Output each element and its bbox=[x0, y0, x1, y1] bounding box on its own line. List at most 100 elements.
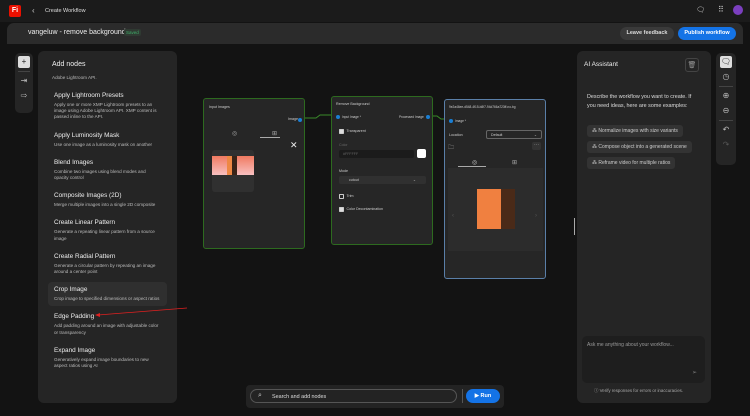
node-item[interactable]: Apply Luminosity Mask Use one image as a … bbox=[48, 128, 167, 152]
node-item[interactable]: Blend Images Combine two images using ble… bbox=[48, 155, 167, 185]
node-item[interactable]: Crop Image Crop image to specified dimens… bbox=[48, 282, 167, 307]
workflow-header: vangeluw - remove background Saved Leave… bbox=[7, 23, 743, 44]
ai-assistant-panel: AI Assistant 🗑 Describe the workflow you… bbox=[577, 51, 711, 403]
color-input[interactable]: #FFFFFF bbox=[339, 150, 414, 158]
node-item[interactable]: Create Radial Pattern Generate a circular… bbox=[48, 249, 167, 279]
node-item[interactable]: Composite Images (2D) Merge multiple imag… bbox=[48, 188, 167, 212]
input-port[interactable] bbox=[336, 115, 340, 119]
output-image[interactable] bbox=[477, 189, 515, 229]
left-toolbar: + ⇥ ⇨ bbox=[15, 53, 33, 113]
node-item-desc: Generate a circular pattern by repeating… bbox=[54, 262, 156, 275]
ai-suggestion[interactable]: ⁂ Reframe video for multiple ratios bbox=[587, 157, 676, 169]
node-item-desc: Add padding around an image with adjusta… bbox=[54, 323, 159, 335]
input-port[interactable] bbox=[449, 119, 453, 123]
preview-tab-icon[interactable]: ◎ bbox=[472, 159, 477, 166]
output-port[interactable] bbox=[298, 118, 302, 122]
node-title: Remove Background bbox=[336, 102, 370, 106]
node-title: Input Images bbox=[209, 105, 230, 109]
export-icon[interactable]: ⇨ bbox=[18, 90, 30, 102]
search-icon: ⌕ bbox=[258, 392, 262, 399]
top-bar: Fi ‹ Create Workflow 🗨 ⠿ bbox=[0, 0, 750, 22]
avatar[interactable] bbox=[733, 5, 743, 15]
add-nodes-panel: Add nodes Adobe Lightroom API. Apply Lig… bbox=[38, 51, 177, 403]
node-item-name: Expand Image bbox=[54, 346, 96, 354]
color-swatch[interactable] bbox=[417, 149, 426, 158]
output-preview: ‹ › bbox=[448, 168, 543, 251]
back-icon[interactable]: ‹ bbox=[32, 6, 35, 15]
mode-label: Mode bbox=[339, 169, 348, 173]
node-item-name: Create Radial Pattern bbox=[54, 252, 116, 260]
more-icon[interactable]: ··· bbox=[532, 142, 541, 150]
zoom-out-icon[interactable]: ⊖ bbox=[720, 105, 732, 117]
app-logo: Fi bbox=[9, 5, 21, 17]
run-button[interactable]: ▶ Run bbox=[466, 389, 500, 403]
send-icon[interactable]: ➢ bbox=[692, 369, 697, 376]
location-label: Location bbox=[449, 133, 463, 137]
prev-arrow-icon[interactable]: ‹ bbox=[452, 213, 454, 219]
page-title: Create Workflow bbox=[45, 7, 86, 14]
input-images-node[interactable]: Input Images Image ◎ ⊞ ✕ bbox=[203, 98, 305, 249]
workflow-title[interactable]: vangeluw - remove background bbox=[28, 29, 126, 36]
node-item-desc: Generatively expand image boundaries to … bbox=[54, 356, 149, 369]
bottom-bar: ⌕ Search and add nodes ▶ Run bbox=[246, 385, 504, 408]
next-arrow-icon[interactable]: › bbox=[535, 213, 537, 219]
node-item-name: Apply Luminosity Mask bbox=[54, 131, 120, 139]
disclaimer: ⓘ Verify responses for errors or inaccur… bbox=[594, 388, 684, 393]
node-item[interactable]: Expand Image Generatively expand image bo… bbox=[48, 343, 167, 373]
grid-tab-icon[interactable]: ⊞ bbox=[272, 130, 277, 137]
leave-feedback-button[interactable]: Leave feedback bbox=[620, 27, 674, 40]
folder-icon[interactable]: 🗀 bbox=[448, 143, 454, 153]
right-toolbar: 🗨 ◷ ⊕ ⊖ ↶ ↷ bbox=[716, 53, 736, 165]
add-node-icon[interactable]: + bbox=[18, 56, 30, 68]
node-item-desc: Use one image as a luminosity mask on an… bbox=[54, 141, 153, 147]
redo-icon[interactable]: ↷ bbox=[720, 139, 732, 151]
search-nodes-input[interactable]: ⌕ Search and add nodes bbox=[250, 389, 457, 403]
image-thumbnail[interactable] bbox=[212, 150, 254, 192]
node-item-name: Blend Images bbox=[54, 158, 94, 166]
annotation-arrow bbox=[95, 307, 188, 317]
apps-grid-icon[interactable]: ⠿ bbox=[718, 5, 724, 14]
search-placeholder: Search and add nodes bbox=[272, 394, 327, 400]
node-item-desc: Crop image to specified dimensions or as… bbox=[54, 296, 160, 302]
node-item-name: Apply Lightroom Presets bbox=[54, 92, 124, 99]
mode-select[interactable]: cutout ⌄ bbox=[339, 176, 426, 184]
node-item[interactable]: Apply Lightroom Presets Apply one or more… bbox=[48, 88, 167, 125]
transparent-checkbox[interactable]: Transparent bbox=[339, 129, 366, 134]
undo-icon[interactable]: ↶ bbox=[720, 124, 732, 136]
import-icon[interactable]: ⇥ bbox=[18, 75, 30, 87]
ai-title: AI Assistant bbox=[584, 61, 618, 68]
image-port-label: Image bbox=[288, 117, 298, 121]
ai-suggestion[interactable]: ⁂ Normalize images with size variants bbox=[587, 125, 683, 137]
output-node[interactable]: 9e2a46ee-d548-4f15-b8f7-94d766a723ff-no-… bbox=[444, 99, 546, 279]
zoom-in-icon[interactable]: ⊕ bbox=[720, 90, 732, 102]
add-nodes-title: Add nodes bbox=[52, 61, 86, 68]
color-decontamination-checkbox[interactable]: Color Decontamination bbox=[339, 207, 383, 212]
trash-icon[interactable]: 🗑 bbox=[685, 58, 699, 72]
node-item[interactable]: Create Linear Pattern Generate a repeatin… bbox=[48, 215, 167, 245]
publish-workflow-button[interactable]: Publish workflow bbox=[678, 27, 736, 40]
input-port-label: Image * bbox=[455, 119, 466, 123]
input-port-label: Input Image * bbox=[342, 115, 361, 119]
node-item-desc: Combine two images using blend modes and… bbox=[54, 168, 146, 181]
grid-tab-icon[interactable]: ⊞ bbox=[512, 159, 517, 166]
ai-intro: Describe the workflow you want to create… bbox=[587, 94, 692, 109]
node-item-desc: Merge multiple images into a single 2D c… bbox=[54, 202, 156, 208]
chat-feedback-icon[interactable]: 🗨 bbox=[696, 6, 705, 14]
preview-tab-icon[interactable]: ◎ bbox=[232, 130, 237, 137]
close-icon[interactable]: ✕ bbox=[290, 140, 298, 151]
panel-resize-handle[interactable] bbox=[574, 218, 575, 235]
saved-badge: Saved bbox=[124, 29, 141, 36]
color-label: Color bbox=[339, 143, 348, 147]
trim-checkbox[interactable]: Trim bbox=[339, 194, 354, 199]
ai-chat-icon[interactable]: 🗨 bbox=[720, 56, 732, 68]
location-select[interactable]: Default ⌄ bbox=[486, 130, 542, 139]
remove-background-node[interactable]: Remove Background Input Image * Processe… bbox=[331, 96, 433, 245]
output-port-label: Processed Image bbox=[399, 115, 424, 119]
output-port[interactable] bbox=[426, 115, 430, 119]
ai-chat-input[interactable]: Ask me anything about your workflow... ➢ bbox=[582, 336, 705, 383]
node-title: 9e2a46ee-d548-4f15-b8f7-94d766a723ff-no-… bbox=[449, 105, 516, 109]
ai-suggestion[interactable]: ⁂ Compose object into a generated scene bbox=[587, 141, 692, 153]
node-item-name: Create Linear Pattern bbox=[54, 219, 116, 227]
history-icon[interactable]: ◷ bbox=[720, 71, 732, 83]
node-item-desc: Apply one or more XMP Lightroom presets … bbox=[54, 102, 157, 120]
